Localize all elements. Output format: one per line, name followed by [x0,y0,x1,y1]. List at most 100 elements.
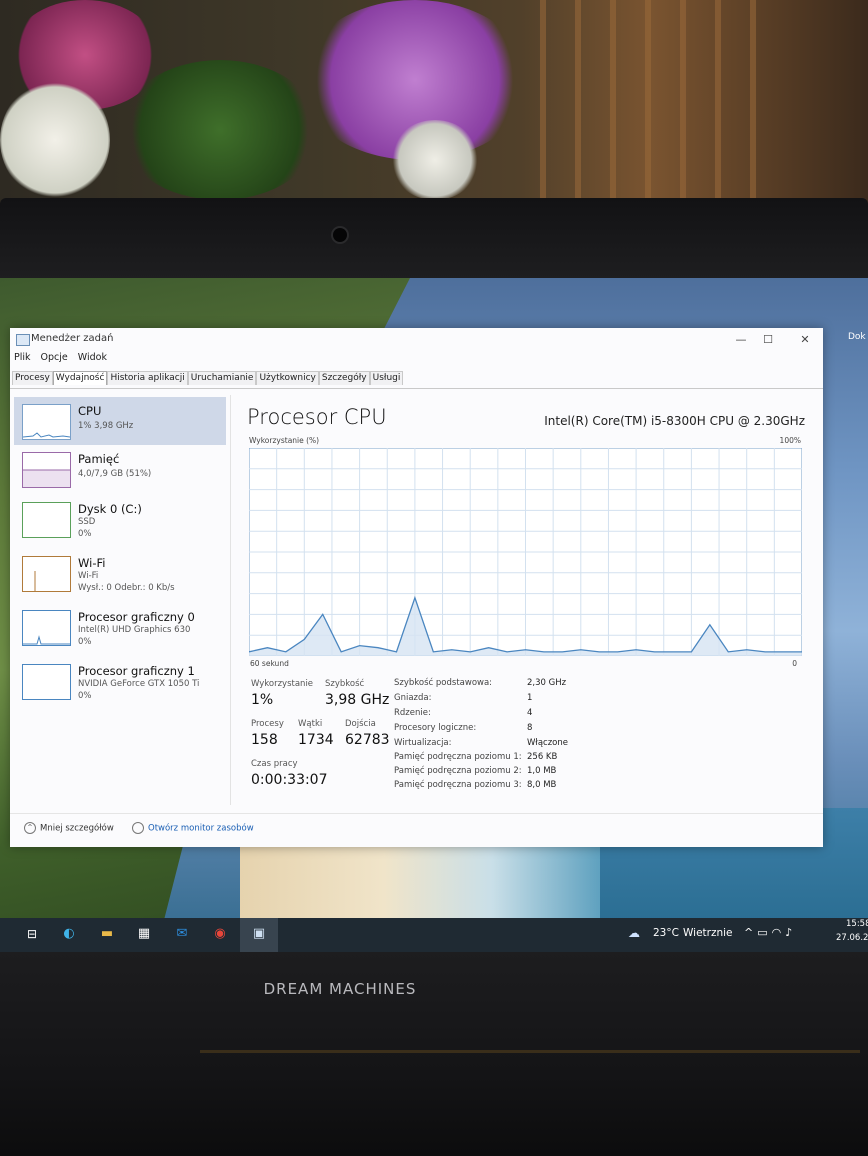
sidebar-subtitle: NVIDIA GeForce GTX 1050 Ti [78,679,200,689]
gpu0-thumbnail-graph [22,610,71,646]
sidebar-title: Wi-Fi [78,556,106,570]
chevron-up-icon[interactable]: ^ [744,926,757,939]
detail-key: Rdzenie: [394,708,431,718]
task-manager-icon [16,334,30,346]
weather-icon[interactable]: ☁ [628,926,640,940]
menu-bar: Plik Opcje Widok [14,352,114,366]
tab-startup[interactable]: Uruchamianie [187,371,257,385]
network-icon[interactable]: ◠ [772,926,786,939]
gpu1-thumbnail-graph [22,664,71,700]
blind-slat [645,0,651,210]
volume-icon[interactable]: ♪ [785,926,796,939]
sidebar-subtitle: 0% [78,637,92,647]
background-wall [0,0,868,215]
wifi-thumbnail-graph [22,556,71,592]
cpu-model-name: Intel(R) Core(TM) i5-8300H CPU @ 2.30GHz [544,414,805,428]
sidebar-item-gpu0[interactable]: Procesor graficzny 0 Intel(R) UHD Graphi… [14,603,226,651]
wallpaper-beach [240,838,600,920]
blind-slat [610,0,616,210]
system-tray[interactable]: ^▭◠♪ [744,926,796,939]
graph-x-label: 60 sekund [250,659,289,668]
webcam [333,228,347,242]
speed-label: Szybkość [325,679,365,689]
task-manager-taskbar-icon[interactable]: ▣ [249,924,269,944]
detail-value: 4 [527,708,533,718]
sidebar-title: Dysk 0 (C:) [78,502,142,516]
blind-slat [750,0,756,210]
sidebar-item-memory[interactable]: Pamięć 4,0/7,9 GB (51%) [14,445,226,493]
sidebar-title: CPU [78,404,102,418]
detail-value: 256 KB [527,752,558,762]
tab-app-history[interactable]: Historia aplikacji [107,371,188,385]
sidebar-subtitle: 0% [78,529,92,539]
title-bar[interactable]: Menedżer zadań — ☐ ✕ [10,328,823,352]
maximize-button[interactable]: ☐ [758,332,778,348]
clock-time[interactable]: 15:58 [846,919,868,929]
weather-temperature[interactable]: 23°C [653,927,679,939]
detail-key: Pamięć podręczna poziomu 2: [394,766,522,776]
tab-users[interactable]: Użytkownicy [256,371,319,385]
resource-monitor-icon [132,822,144,834]
minimize-button[interactable]: — [731,332,751,348]
clock-date[interactable]: 27.06.20 [836,933,868,943]
disk-thumbnail-graph [22,502,71,538]
file-explorer-icon[interactable]: ▬ [97,924,117,944]
menu-options[interactable]: Opcje [41,352,68,363]
weather-description[interactable]: Wietrznie [683,927,733,939]
sidebar-title: Pamięć [78,452,120,466]
flowers-white [0,80,110,200]
resource-monitor-label: Otwórz monitor zasobów [148,823,254,834]
battery-icon[interactable]: ▭ [757,926,771,939]
sidebar-item-cpu[interactable]: CPU 1% 3,98 GHz [14,397,226,445]
tab-services[interactable]: Usługi [369,371,404,385]
processes-label: Procesy [251,719,284,729]
speed-value: 3,98 GHz [325,692,390,708]
detail-value: Włączone [527,738,568,748]
threads-label: Wątki [298,719,323,729]
sidebar-subtitle: 4,0/7,9 GB (51%) [78,469,152,479]
close-button[interactable]: ✕ [795,332,815,348]
sidebar-subtitle: Intel(R) UHD Graphics 630 [78,625,191,635]
detail-key: Gniazda: [394,693,432,703]
graph-x-end: 0 [792,659,797,668]
store-icon[interactable]: ▦ [134,924,154,944]
detail-key: Procesory logiczne: [394,723,477,733]
detail-key: Szybkość podstawowa: [394,678,493,688]
blind-slat [680,0,686,210]
desktop-icon-label[interactable]: Dok [848,332,866,342]
mail-icon[interactable]: ✉ [172,924,192,944]
blind-slat [715,0,721,210]
resource-sidebar: CPU 1% 3,98 GHz Pamięć 4,0/7,9 GB (51%) … [14,395,226,805]
menu-view[interactable]: Widok [78,352,107,363]
tab-processes[interactable]: Procesy [12,371,53,385]
menu-file[interactable]: Plik [14,352,31,363]
sidebar-item-disk[interactable]: Dysk 0 (C:) SSD 0% [14,495,226,543]
fewer-details-button[interactable]: ^ Mniej szczegółów [24,822,114,834]
uptime-value: 0:00:33:07 [251,772,328,788]
flowers-leaves [120,60,320,200]
brand-logo-text: DREAM MACHINES [263,980,417,998]
page-title: Procesor CPU [247,405,387,429]
open-resource-monitor-link[interactable]: Otwórz monitor zasobów [132,822,254,834]
processes-value: 158 [251,732,278,748]
sidebar-subtitle: 0% [78,691,92,701]
handles-value: 62783 [345,732,390,748]
detail-key: Pamięć podręczna poziomu 3: [394,780,522,790]
laptop-bezel [0,198,868,280]
chrome-icon[interactable]: ◉ [210,924,230,944]
panel-separator [230,395,231,805]
window-title: Menedżer zadań [31,333,114,344]
task-manager-window: Menedżer zadań — ☐ ✕ Plik Opcje Widok Pr… [10,328,823,847]
handles-label: Dojścia [345,719,376,729]
tab-bar: Procesy Wydajność Historia aplikacji Urucha… [12,371,404,387]
edge-icon[interactable]: ◐ [59,924,79,944]
tab-details[interactable]: Szczegóły [318,371,370,385]
memory-thumbnail-graph [22,452,71,488]
sidebar-item-wifi[interactable]: Wi-Fi Wi-Fi Wysł.: 0 Odebr.: 0 Kb/s [14,549,226,597]
detail-value: 1 [527,693,533,703]
tab-performance[interactable]: Wydajność [52,371,108,385]
detail-value: 1,0 MB [527,766,557,776]
task-view-icon[interactable]: ⊟ [22,924,42,944]
chevron-up-icon: ^ [24,822,36,834]
sidebar-item-gpu1[interactable]: Procesor graficzny 1 NVIDIA GeForce GTX … [14,657,226,705]
